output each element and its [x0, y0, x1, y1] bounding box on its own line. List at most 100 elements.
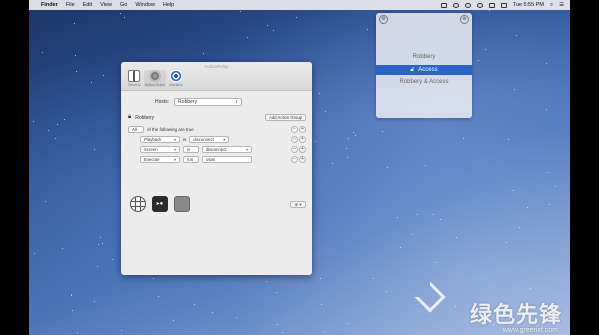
rule-field-value: Execute: [144, 156, 160, 162]
rule-field-select[interactable]: Screen ▾: [140, 145, 180, 153]
star: [77, 331, 79, 333]
menu-file[interactable]: File: [66, 2, 75, 8]
spotlight-icon[interactable]: ⌕: [550, 2, 553, 9]
menu-edit[interactable]: Edit: [83, 2, 92, 8]
star: [44, 201, 46, 203]
star: [63, 119, 65, 121]
star: [381, 131, 383, 133]
toolbar-markers-label: Markers: [169, 83, 183, 87]
watermark-text: 绿色先锋: [469, 302, 562, 327]
battery-icon[interactable]: [500, 2, 507, 8]
popover-target-icon[interactable]: ⊕: [460, 15, 469, 24]
toolbar-general[interactable]: General: [123, 70, 145, 87]
quantifier-select[interactable]: All: [128, 125, 144, 133]
star: [519, 227, 521, 229]
star: [173, 320, 175, 322]
star: [121, 330, 123, 332]
add-action-button[interactable]: ⊕ ▾: [290, 201, 306, 208]
star: [530, 288, 532, 290]
quantifier-value: All: [132, 126, 137, 132]
add-rule-icon[interactable]: +: [299, 145, 306, 153]
menu-view[interactable]: View: [100, 2, 112, 8]
rule-value-field[interactable]: osas: [202, 155, 252, 163]
star: [296, 17, 298, 19]
broadcast-icon: [170, 70, 182, 82]
time-machine-icon[interactable]: [452, 2, 459, 8]
star: [346, 157, 348, 159]
star: [102, 74, 104, 76]
action-group-name: Robbery: [135, 114, 155, 121]
star: [73, 22, 75, 24]
star: [194, 304, 196, 306]
remove-rule-icon[interactable]: −: [291, 145, 298, 153]
star: [435, 262, 437, 264]
popover-settings-icon[interactable]: ⚙: [379, 15, 388, 24]
rule-value-select[interactable]: disconnect ▾: [202, 145, 252, 153]
rule-operator-select[interactable]: run: [183, 155, 199, 163]
toolbar-markers[interactable]: Markers: [165, 70, 187, 87]
add-action-group-button[interactable]: Add Action Group: [265, 114, 306, 121]
rule-operator-select[interactable]: is: [183, 145, 199, 153]
rule-field-select[interactable]: Playback ▾: [140, 135, 180, 143]
gray-square-icon[interactable]: [174, 196, 190, 212]
star: [94, 148, 96, 150]
add-rule-icon[interactable]: +: [299, 125, 306, 133]
star: [101, 242, 103, 244]
star: [355, 134, 357, 136]
add-rule-icon[interactable]: +: [299, 155, 306, 163]
popover-item-access[interactable]: 🔓︎ Access: [376, 65, 472, 75]
rule-field-value: Playback: [144, 136, 162, 142]
add-rule-icon[interactable]: +: [299, 135, 306, 143]
star: [153, 278, 155, 280]
wifi-icon[interactable]: [476, 2, 483, 8]
toolbar-general-label: General: [127, 83, 141, 87]
star: [323, 331, 325, 333]
star: [321, 303, 323, 305]
star: [56, 123, 58, 125]
window-titlebar: ActionRelay General Action Rules Markers: [121, 62, 312, 91]
popover-item-robbery[interactable]: Robbery: [376, 52, 472, 62]
script-icon[interactable]: ▸●: [152, 196, 168, 212]
rule-row: Playback ▾ is disconnect ▾ − +: [128, 135, 306, 143]
popover-item-access-label: Access: [418, 67, 438, 73]
rule-value-select[interactable]: disconnect ▾: [189, 135, 230, 143]
status-item-icon[interactable]: [440, 2, 447, 8]
notification-center-icon[interactable]: ☰: [559, 2, 564, 8]
rule-row-match: All of the following are true − +: [128, 125, 306, 133]
star: [324, 110, 326, 112]
star: [202, 53, 204, 55]
popover-item-robbery-access[interactable]: Robbery & Access: [376, 77, 472, 87]
remove-rule-icon[interactable]: −: [291, 155, 298, 163]
star: [97, 244, 99, 246]
host-select[interactable]: Robbery ⇕: [174, 98, 243, 106]
star: [366, 28, 368, 30]
remove-rule-icon[interactable]: −: [291, 135, 298, 143]
preferences-window: ActionRelay General Action Rules Markers…: [121, 62, 312, 275]
menu-finder[interactable]: Finder: [41, 2, 58, 8]
volume-icon[interactable]: [488, 2, 495, 8]
star: [411, 233, 413, 235]
lock-icon: 🔒︎: [128, 114, 132, 120]
rule-operator: is: [183, 136, 187, 142]
rule-match-text: of the following are true: [147, 126, 194, 132]
bluetooth-icon[interactable]: [464, 2, 471, 8]
watermark: 绿色先锋 www.greenxf.com: [469, 297, 562, 334]
star: [100, 237, 102, 239]
star: [345, 147, 347, 149]
star: [112, 258, 114, 260]
menubar-clock[interactable]: Tue 5:55 PM: [513, 2, 544, 8]
star: [42, 51, 44, 53]
window-content: Hosts: Robbery ⇕ 🔒︎ Robbery Add Action G…: [121, 91, 312, 275]
remove-rule-icon[interactable]: −: [291, 125, 298, 133]
star: [454, 306, 456, 308]
star: [124, 16, 126, 18]
rule-field-select[interactable]: Execute ▾: [140, 155, 180, 163]
star: [319, 93, 321, 95]
star: [555, 185, 557, 187]
toolbar-action-rules[interactable]: Action Rules: [144, 70, 166, 87]
lock-icon: 🔓︎: [410, 67, 415, 73]
globe-icon[interactable]: [130, 196, 146, 212]
menu-window[interactable]: Window: [135, 2, 155, 8]
menu-help[interactable]: Help: [163, 2, 174, 8]
menu-go[interactable]: Go: [120, 2, 127, 8]
